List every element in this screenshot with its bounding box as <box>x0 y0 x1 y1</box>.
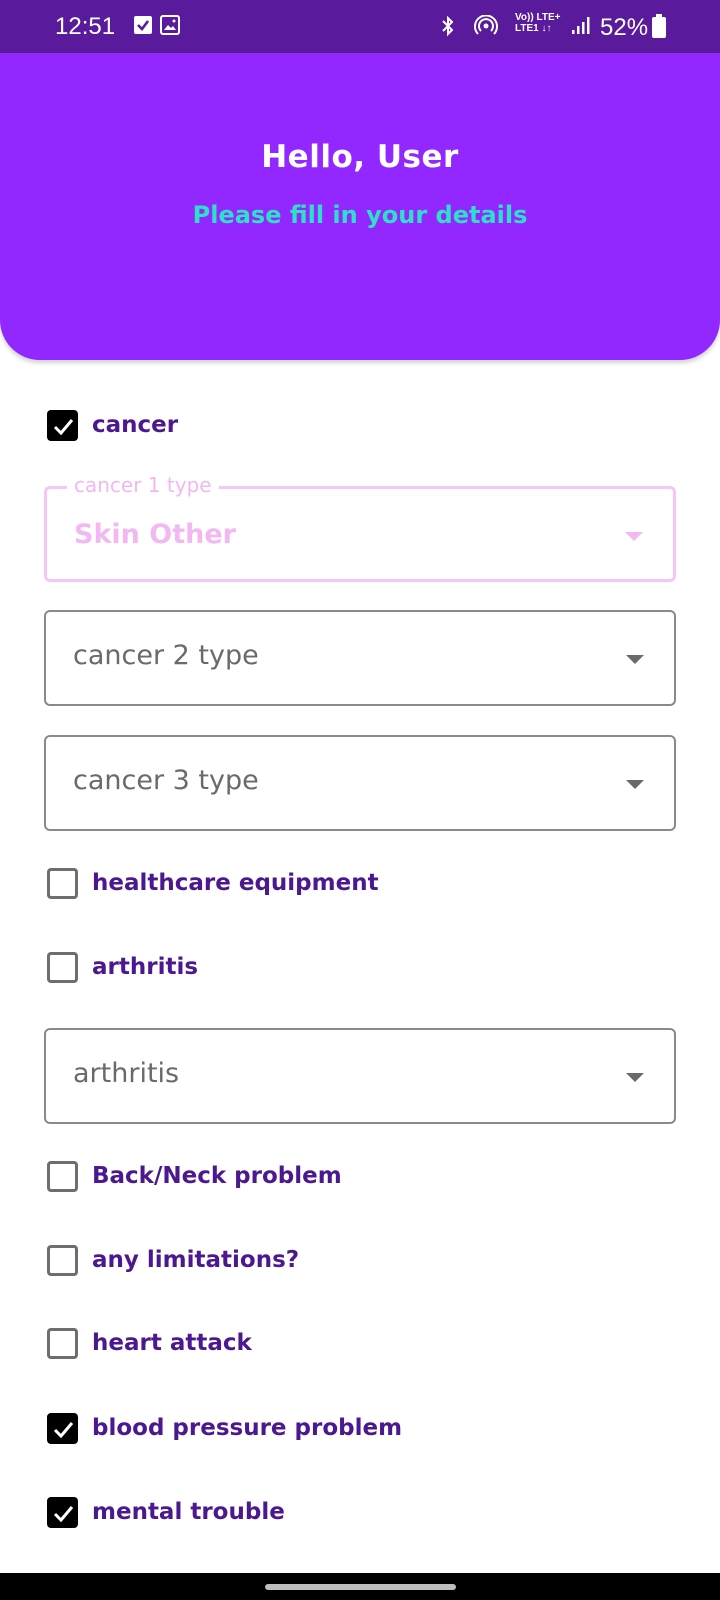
limitations-checkbox[interactable] <box>47 1244 78 1276</box>
arthritis-placeholder: arthritis <box>73 1058 180 1089</box>
cancer-checkbox-row[interactable]: cancer <box>47 408 178 442</box>
back-neck-checkbox-row[interactable]: Back/Neck problem <box>47 1159 342 1193</box>
status-time: 12:51 <box>55 13 116 40</box>
arthritis-checkbox-row[interactable]: arthritis <box>47 950 198 984</box>
chevron-down-icon <box>626 655 644 664</box>
cancer-2-type-placeholder: cancer 2 type <box>73 640 259 671</box>
bluetooth-icon <box>440 15 456 41</box>
cancer-3-type-dropdown[interactable]: cancer 3 type <box>44 735 676 831</box>
blood-pressure-label: blood pressure problem <box>92 1415 403 1441</box>
mental-trouble-checkbox-row[interactable]: mental trouble <box>47 1495 285 1529</box>
subtitle: Please fill in your details <box>192 201 528 229</box>
back-neck-label: Back/Neck problem <box>92 1163 342 1189</box>
check-square-icon <box>133 15 153 39</box>
battery-icon <box>652 14 666 42</box>
blood-pressure-checkbox-row[interactable]: blood pressure problem <box>47 1411 402 1445</box>
heart-attack-checkbox[interactable] <box>47 1327 78 1359</box>
cancer-1-type-label: cancer 1 type <box>67 473 219 497</box>
chevron-down-icon <box>626 1073 644 1082</box>
navigation-bar <box>0 1573 720 1600</box>
healthcare-equipment-label: healthcare equipment <box>92 870 379 896</box>
back-neck-checkbox[interactable] <box>47 1160 78 1192</box>
arthritis-dropdown[interactable]: arthritis <box>44 1028 676 1124</box>
network-indicator: Vo)) LTE+ LTE1 ↓↑ <box>515 12 561 34</box>
home-gesture-handle[interactable] <box>265 1584 456 1590</box>
limitations-label: any limitations? <box>92 1247 300 1273</box>
healthcare-equipment-checkbox-row[interactable]: healthcare equipment <box>47 866 379 900</box>
limitations-checkbox-row[interactable]: any limitations? <box>47 1243 299 1277</box>
arthritis-checkbox[interactable] <box>47 951 78 983</box>
healthcare-equipment-checkbox[interactable] <box>47 867 78 899</box>
chevron-down-icon <box>626 780 644 789</box>
hotspot-icon <box>474 14 498 41</box>
mental-trouble-checkbox[interactable] <box>47 1496 78 1528</box>
greeting-title: Hello, User <box>261 139 459 175</box>
heart-attack-checkbox-row[interactable]: heart attack <box>47 1326 252 1360</box>
cancer-3-type-placeholder: cancer 3 type <box>73 765 259 796</box>
cancer-2-type-dropdown[interactable]: cancer 2 type <box>44 610 676 706</box>
heart-attack-label: heart attack <box>92 1330 252 1356</box>
blood-pressure-checkbox[interactable] <box>47 1412 78 1444</box>
cancer-1-type-dropdown[interactable]: cancer 1 type Skin Other <box>44 473 676 582</box>
battery-percentage: 52% <box>600 14 649 41</box>
signal-icon <box>571 15 591 39</box>
image-icon <box>160 15 180 39</box>
arthritis-label: arthritis <box>92 954 199 980</box>
cancer-checkbox[interactable] <box>47 409 78 441</box>
cancer-label: cancer <box>92 412 179 438</box>
cancer-1-type-value: Skin Other <box>74 519 236 550</box>
status-bar: 12:51 Vo)) LTE+ LTE1 ↓↑ 52% <box>0 0 720 53</box>
chevron-down-icon <box>625 532 643 541</box>
header-banner: Hello, User Please fill in your details <box>0 53 720 360</box>
mental-trouble-label: mental trouble <box>92 1499 285 1525</box>
